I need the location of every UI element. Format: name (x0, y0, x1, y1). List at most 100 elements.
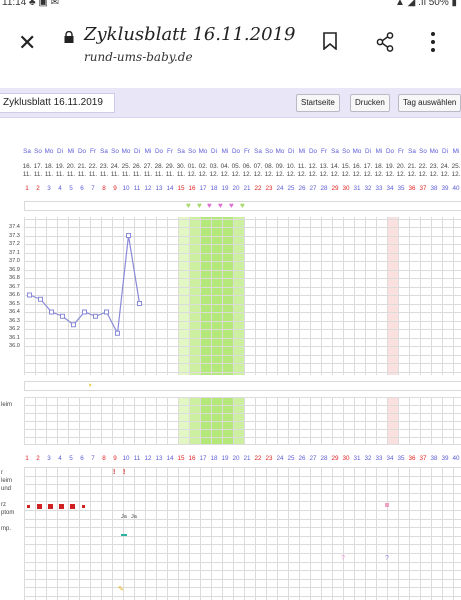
date-label: 06. (242, 163, 252, 170)
cycle-day-label: 15 (177, 455, 185, 462)
cycle-day-label: 14 (166, 185, 174, 192)
symptom-grid (24, 467, 461, 600)
date-label: 18. (374, 163, 384, 170)
date-label: 21. (407, 163, 417, 170)
month-label: 12. (231, 171, 241, 178)
bookmark-icon[interactable] (323, 32, 337, 50)
date-label: 23. (99, 163, 109, 170)
temperature-point (115, 330, 120, 336)
print-button[interactable]: Drucken (350, 94, 390, 112)
pencil-icon: ✎ (118, 586, 124, 593)
cycle-day-label: 6 (80, 455, 84, 462)
month-label: 11. (176, 171, 186, 178)
month-label: 12. (451, 171, 461, 178)
cycle-day-label: 35 (397, 185, 405, 192)
cycle-day-label: 3 (47, 455, 51, 462)
date-label: 10. (286, 163, 296, 170)
cycle-day-label: 29 (331, 455, 339, 462)
status-mark (121, 534, 127, 536)
heart-icon: ♥ (218, 201, 223, 210)
cycle-day-label: 39 (441, 185, 449, 192)
weekday-label: Do (385, 148, 395, 155)
weekday-label: Mi (452, 148, 460, 155)
cycle-day-label: 9 (113, 185, 117, 192)
cycle-day-label: 18 (210, 185, 218, 192)
alert-icon: ! (113, 469, 116, 476)
date-label: 29. (165, 163, 175, 170)
temperature-tick: 36.5 (9, 300, 20, 307)
weekday-label: So (419, 148, 427, 155)
month-label: 12. (209, 171, 219, 178)
cycle-day-label: 33 (375, 455, 383, 462)
weekday-label: Di (57, 148, 63, 155)
date-label: 30. (176, 163, 186, 170)
share-icon[interactable] (376, 32, 394, 52)
weekday-label: Di (288, 148, 294, 155)
weekday-label: So (34, 148, 42, 155)
date-label: 19. (55, 163, 65, 170)
symptom-row-label: und (1, 486, 12, 492)
date-label: 16. (22, 163, 32, 170)
date-label: 23. (429, 163, 439, 170)
page-url[interactable]: rund-ums-baby.de (84, 50, 193, 64)
select-day-button[interactable]: Tag auswählen (398, 94, 461, 112)
month-label: 11. (132, 171, 142, 178)
month-label: 12. (341, 171, 351, 178)
cycle-day-label: 10 (122, 185, 130, 192)
page-title: Zyklusblatt 16.11.2019 (84, 24, 296, 45)
temperature-point (60, 313, 65, 319)
home-button[interactable]: Startseite (296, 94, 340, 112)
weekday-label: Sa (331, 148, 339, 155)
cycle-day-label: 38 (430, 185, 438, 192)
month-label: 11. (99, 171, 109, 178)
date-label: 16. (352, 163, 362, 170)
month-label: 11. (121, 171, 131, 178)
weekday-label: Mo (352, 148, 362, 155)
cycle-day-row-2: 1 2 3 4 5 6 7 8 9 10 11 12 13 14 15 16 17 18 19 20 21 22 23 24 2… (0, 455, 461, 465)
weekday-label: Mi (144, 148, 152, 155)
month-label: 12. (385, 171, 395, 178)
symptom-row-label: mp. (1, 526, 12, 532)
symptom-row-label: leim (1, 478, 13, 484)
status-right: ▲ ◢ .ıl 50% ▮ (395, 0, 457, 8)
weekday-label: Sa (408, 148, 416, 155)
cycle-day-label: 8 (102, 185, 106, 192)
month-label: 11. (110, 171, 120, 178)
cycle-day-label: 32 (364, 185, 372, 192)
temperature-tick: 36.1 (9, 334, 20, 341)
month-label: 11. (33, 171, 43, 178)
date-label: 28. (154, 163, 164, 170)
temperature-point (93, 313, 98, 319)
temperature-point (27, 292, 32, 298)
cycle-day-label: 29 (331, 185, 339, 192)
date-label: 19. (385, 163, 395, 170)
close-icon[interactable]: ✕ (18, 32, 36, 54)
weekday-label: So (188, 148, 196, 155)
weekday-label: Fr (90, 148, 96, 155)
weekday-label: Di (442, 148, 448, 155)
symptom-row-label: rz (1, 502, 6, 508)
temperature-tick: 37.3 (9, 232, 20, 239)
month-label: 11. (143, 171, 153, 178)
weekday-label: Sa (177, 148, 185, 155)
month-label: 12. (253, 171, 263, 178)
weekday-label: Do (231, 148, 241, 155)
bleeding-marker (70, 504, 75, 509)
temperature-point (38, 296, 43, 302)
temperature-point (104, 309, 109, 315)
mucus-label: leim (1, 402, 13, 408)
month-label: 11. (154, 171, 164, 178)
month-label: 12. (429, 171, 439, 178)
more-vert-icon[interactable] (430, 31, 436, 53)
date-label: 13. (319, 163, 329, 170)
question-icon: ? (385, 555, 389, 562)
date-label: 12. (308, 163, 318, 170)
temperature-point (126, 233, 131, 238)
cycle-day-label: 13 (155, 185, 163, 192)
sheet-title-field[interactable]: Zyklusblatt 16.11.2019 (0, 93, 115, 113)
month-label: 12. (264, 171, 274, 178)
weekday-label: Mo (44, 148, 54, 155)
cycle-day-label: 15 (177, 185, 185, 192)
cycle-day-label: 6 (80, 185, 84, 192)
date-label: 07. (253, 163, 263, 170)
